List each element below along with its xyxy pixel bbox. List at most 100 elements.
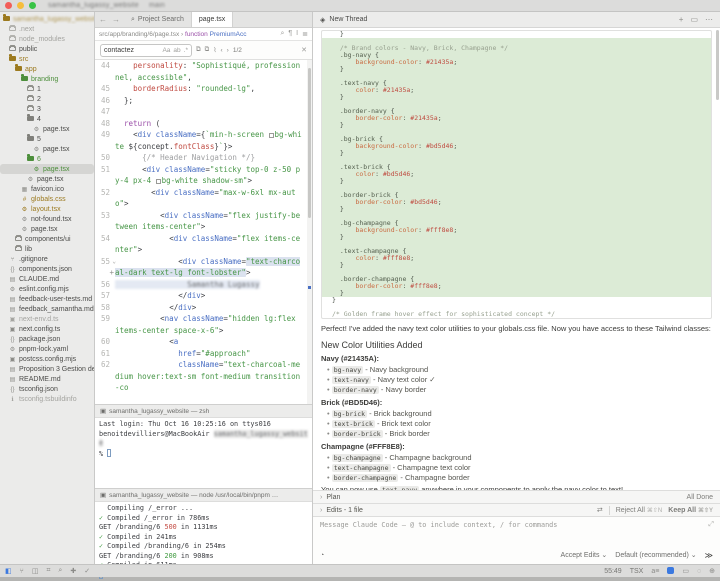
file-tree-item[interactable]: public: [0, 44, 94, 54]
file-tree-item[interactable]: ⑂.gitignore: [0, 254, 94, 264]
minimize-window-button[interactable]: [17, 2, 24, 9]
file-tree-item[interactable]: ℹtsconfig.tsbuildinfo: [0, 394, 94, 404]
file-tree-item[interactable]: 1: [0, 84, 94, 94]
tab-page-tsx[interactable]: page.tsx: [192, 12, 233, 27]
search-input[interactable]: contactez Aa ab .*: [100, 44, 192, 57]
file-tree-item[interactable]: 2: [0, 94, 94, 104]
terminal-2-tab[interactable]: ▣ samantha_lugassy_website — node /usr/l…: [95, 489, 312, 502]
file-tree-item[interactable]: ▦favicon.ico: [0, 184, 94, 194]
file-tree-item[interactable]: lib: [0, 244, 94, 254]
review-diff-icon[interactable]: ⇄: [597, 506, 603, 514]
file-tree-item[interactable]: ⚙page.tsx: [0, 224, 94, 234]
terminal-2[interactable]: ▣ samantha_lugassy_website — node /usr/l…: [95, 488, 312, 564]
assistant-scrollbar[interactable]: [716, 30, 719, 100]
next-match-button[interactable]: ›: [227, 47, 229, 54]
code-line[interactable]: 61 href="#approach": [95, 348, 312, 360]
file-tree-item[interactable]: branding: [0, 74, 94, 84]
project-panel[interactable]: samantha_lugassy_website.nextnode_module…: [0, 12, 95, 564]
code-line[interactable]: 45 borderRadius: "rounded-lg",: [95, 83, 312, 95]
extensions-icon[interactable]: ✚: [70, 567, 76, 575]
titlebar[interactable]: samantha_lugassy_website main: [0, 0, 720, 12]
code-line[interactable]: 51 <div className="sticky top-0 z-50 py-…: [95, 164, 312, 187]
history-icon[interactable]: ▭: [690, 15, 698, 24]
code-line[interactable]: 44 personality: "Sophistiqué, profession…: [95, 60, 312, 83]
expand-editor-icon[interactable]: ⤢: [708, 520, 714, 529]
selection-search-icon[interactable]: ⧉: [196, 46, 201, 54]
code-line[interactable]: 58 </div>: [95, 302, 312, 314]
send-message-button[interactable]: ≫: [705, 551, 713, 560]
search-icon[interactable]: ⌕: [58, 567, 62, 575]
code-actions-icon[interactable]: I: [296, 30, 298, 38]
diagnostics-icon[interactable]: ✓: [84, 567, 90, 575]
buffer-search-icon[interactable]: ⌕: [280, 30, 284, 38]
plan-row[interactable]: › Plan All Done: [313, 490, 720, 503]
file-tree-item[interactable]: #globals.css: [0, 194, 94, 204]
edit-prediction-icon[interactable]: a≡: [651, 568, 659, 575]
file-tree-item[interactable]: ▣next-env.d.ts: [0, 314, 94, 324]
prev-match-button[interactable]: ‹: [221, 47, 223, 54]
file-tree-item[interactable]: ⚙eslint.config.mjs: [0, 284, 94, 294]
code-line[interactable]: 62 className="text-charcoal-medium hover…: [95, 359, 312, 394]
file-tree-item[interactable]: ⚙pnpm-lock.yaml: [0, 344, 94, 354]
regex-icon[interactable]: .*: [184, 47, 188, 54]
code-editor[interactable]: 44 personality: "Sophistiqué, profession…: [95, 60, 312, 404]
model-selector-dropdown[interactable]: Default (recommended) ⌄: [615, 551, 696, 559]
outline-panel-icon[interactable]: ⌗: [46, 567, 50, 575]
language-server-icon[interactable]: ⊕: [709, 567, 715, 575]
file-tree-item[interactable]: .next: [0, 24, 94, 34]
file-tree-item[interactable]: ⚙page.tsx: [0, 144, 94, 154]
profile-selector-icon[interactable]: ◔: [320, 552, 324, 559]
close-window-button[interactable]: [5, 2, 12, 9]
code-line[interactable]: 59 <nav className="hidden lg:flex items-…: [95, 313, 312, 336]
file-tree-item[interactable]: {}tsconfig.json: [0, 384, 94, 394]
file-tree-item[interactable]: ⚙page.tsx: [0, 124, 94, 134]
code-line[interactable]: 52 <div className="max-w-6xl mx-auto">: [95, 187, 312, 210]
file-tree-item[interactable]: app: [0, 64, 94, 74]
match-case-icon[interactable]: Aa: [162, 47, 170, 54]
keep-all-button[interactable]: Keep All ⌘⇧Y: [668, 507, 713, 514]
notifications-icon[interactable]: ◌: [697, 568, 701, 575]
accept-edits-dropdown[interactable]: Accept Edits ⌄: [561, 551, 608, 559]
file-tree-item[interactable]: 5: [0, 134, 94, 144]
file-tree-item[interactable]: 3: [0, 104, 94, 114]
inline-assist-icon[interactable]: ¶: [288, 30, 292, 38]
message-input[interactable]: Message Claude Code — @ to include conte…: [313, 516, 720, 546]
breadcrumb[interactable]: src/app/branding/6/page.tsx › function P…: [95, 28, 312, 41]
more-menu-icon[interactable]: ⋯: [705, 15, 713, 24]
file-tree-item[interactable]: ▤CLAUDE.md: [0, 274, 94, 284]
file-tree-item[interactable]: ⚙page.tsx: [0, 164, 94, 174]
language-selector[interactable]: TSX: [630, 568, 644, 575]
file-tree-item[interactable]: ▤Proposition 3 Gestion des Prop: [0, 364, 94, 374]
assistant-panel-icon[interactable]: [667, 567, 674, 576]
filter-icon[interactable]: ⌇: [213, 46, 216, 54]
code-line[interactable]: 57 </div>: [95, 290, 312, 302]
nav-forward-icon[interactable]: →: [112, 15, 120, 24]
file-tree-item[interactable]: ▣postcss.config.mjs: [0, 354, 94, 364]
cursor-position[interactable]: 55:49: [604, 568, 622, 575]
code-line[interactable]: 48 return (: [95, 118, 312, 130]
file-tree-item[interactable]: {}components.json: [0, 264, 94, 274]
code-line[interactable]: 54 <div className="flex items-center">: [95, 233, 312, 256]
file-tree-item[interactable]: ⚙not-found.tsx: [0, 214, 94, 224]
code-line[interactable]: 53 <div className="flex justify-between …: [95, 210, 312, 233]
file-tree-item[interactable]: ▤README.md: [0, 374, 94, 384]
fold-chevron-icon[interactable]: ⌄: [112, 256, 116, 268]
file-tree-item[interactable]: ▣next.config.ts: [0, 324, 94, 334]
file-tree-item[interactable]: node_modules: [0, 34, 94, 44]
new-thread-icon[interactable]: +: [679, 15, 684, 24]
terminal-1[interactable]: ▣ samantha_lugassy_website — zsh Last lo…: [95, 404, 312, 488]
file-tree-item[interactable]: ▤feedback_samantha.md: [0, 304, 94, 314]
code-line[interactable]: 47: [95, 106, 312, 118]
file-tree-item[interactable]: ⚙layout.tsx: [0, 204, 94, 214]
edits-row[interactable]: › Edits - 1 file ⇄ Reject All ⌘⇧N Keep A…: [313, 503, 720, 516]
replace-toggle-icon[interactable]: ⧉: [205, 46, 210, 54]
code-line[interactable]: 49 <div className={`min-h-screen bg-whit…: [95, 129, 312, 152]
file-tree-item[interactable]: ▤feedback-user-tests.md: [0, 294, 94, 304]
code-line[interactable]: 55⌄+ <div className="text-charcoal-dark …: [95, 256, 312, 279]
git-branch-icon[interactable]: ⑂: [20, 568, 24, 575]
file-tree-item[interactable]: ⚙page.tsx: [0, 174, 94, 184]
file-tree-item[interactable]: samantha_lugassy_website: [0, 14, 94, 24]
file-tree-item[interactable]: {}package.json: [0, 334, 94, 344]
terminal-1-tab[interactable]: ▣ samantha_lugassy_website — zsh: [95, 405, 312, 418]
code-line[interactable]: 50 {/* Header Navigation */}: [95, 152, 312, 164]
